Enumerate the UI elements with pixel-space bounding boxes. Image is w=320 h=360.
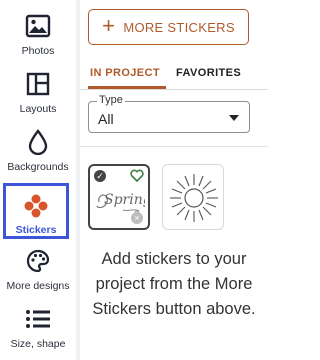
sidebar-item-backgrounds[interactable]: Backgrounds	[0, 128, 76, 173]
sidebar-item-label: Stickers	[15, 224, 57, 236]
sticker-thumbnail-sunburst[interactable]	[162, 164, 224, 230]
sunburst-icon	[170, 174, 218, 222]
plus-icon: +	[102, 13, 116, 38]
type-select-value: All	[98, 111, 114, 127]
empty-stickers-message: Add stickers to your project from the Mo…	[92, 250, 256, 318]
type-select[interactable]: Type All	[88, 94, 250, 133]
sidebar-item-stickers[interactable]: Stickers	[3, 183, 69, 239]
sticker-thumbnail-spring[interactable]: ✓ Spring ×	[88, 164, 150, 230]
more-stickers-label: MORE STICKERS	[123, 19, 235, 35]
sidebar-item-photos[interactable]: Photos	[0, 12, 76, 57]
remove-icon[interactable]: ×	[131, 212, 143, 224]
droplet-icon	[24, 128, 52, 156]
tabs-divider	[80, 89, 268, 90]
sidebar-item-label: Photos	[21, 45, 55, 57]
palette-icon	[24, 247, 52, 275]
caret-down-icon	[229, 115, 239, 121]
type-select-label: Type	[97, 94, 125, 106]
list-icon	[24, 305, 52, 333]
more-stickers-button[interactable]: + MORE STICKERS	[88, 9, 249, 45]
tool-sidebar: Photos Layouts Backgrounds Stickers More…	[0, 0, 76, 360]
layout-icon	[24, 70, 52, 98]
sidebar-item-label: Backgrounds	[7, 161, 69, 173]
flower-icon	[22, 192, 50, 219]
sidebar-item-label: More designs	[6, 280, 70, 292]
sidebar-item-size-shape[interactable]: Size, shape	[0, 305, 76, 350]
section-divider	[80, 146, 268, 147]
sidebar-item-label: Size, shape	[10, 338, 66, 350]
sticker-tabs: IN PROJECT FAVORITES	[88, 67, 258, 89]
sidebar-item-more-designs[interactable]: More designs	[0, 247, 76, 292]
tab-in-project[interactable]: IN PROJECT	[90, 67, 160, 79]
stickers-panel: + MORE STICKERS IN PROJECT FAVORITES Typ…	[80, 0, 268, 360]
sticker-script-text: Spring	[104, 192, 145, 208]
check-icon: ✓	[94, 170, 106, 182]
photo-icon	[24, 12, 52, 40]
sidebar-item-label: Layouts	[19, 103, 57, 115]
tab-favorites[interactable]: FAVORITES	[176, 67, 241, 79]
sidebar-item-layouts[interactable]: Layouts	[0, 70, 76, 115]
